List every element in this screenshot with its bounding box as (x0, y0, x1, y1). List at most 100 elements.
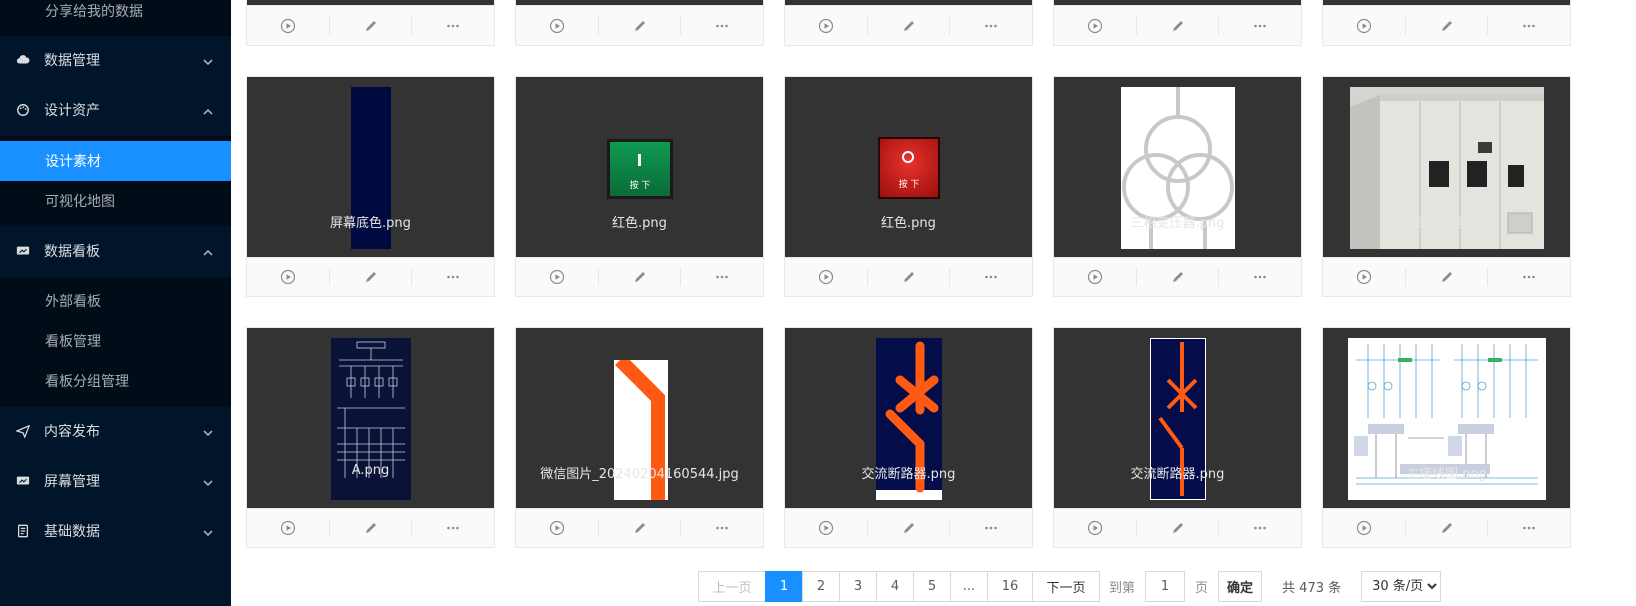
page-4-button[interactable]: 4 (876, 571, 914, 602)
edit-icon (365, 20, 376, 31)
material-card[interactable]: 按 下 红色.png (515, 76, 764, 297)
play-icon (1087, 18, 1102, 33)
page-5-button[interactable]: 5 (913, 571, 951, 602)
preview-button[interactable] (1054, 519, 1137, 537)
preview-button[interactable] (247, 519, 330, 537)
page-3-button[interactable]: 3 (839, 571, 877, 602)
sidebar-item-label: 屏幕管理 (44, 474, 100, 490)
more-button[interactable] (681, 268, 763, 286)
sidebar-item-basic-data[interactable]: 基础数据 (0, 507, 231, 555)
sidebar-item-design-assets[interactable]: 设计资产 (0, 86, 231, 134)
more-button[interactable] (1219, 519, 1301, 537)
material-card[interactable]: 双相变流器.png (1322, 76, 1571, 297)
preview-button[interactable] (1054, 16, 1137, 35)
page-1-button[interactable]: 1 (765, 571, 803, 602)
page-16-button[interactable]: 16 (987, 571, 1033, 602)
card-actions (1054, 257, 1301, 296)
more-button[interactable] (412, 16, 494, 35)
edit-button[interactable] (599, 519, 682, 537)
edit-button[interactable] (1406, 16, 1489, 35)
sidebar-item-design-materials[interactable]: 设计素材 (0, 141, 231, 181)
more-button[interactable] (681, 519, 763, 537)
edit-button[interactable] (1406, 268, 1489, 286)
goto-page-input[interactable] (1145, 571, 1186, 602)
preview-button[interactable] (247, 268, 330, 286)
more-button[interactable] (1488, 16, 1570, 35)
edit-button[interactable] (1406, 519, 1489, 537)
more-icon (447, 275, 459, 279)
total-count: 共 473 条 (1282, 581, 1342, 596)
preview-button[interactable] (1323, 519, 1406, 537)
more-button[interactable] (681, 16, 763, 35)
sidebar-item-board-group-management[interactable]: 看板分组管理 (0, 361, 231, 401)
goto-label: 到第 (1109, 581, 1136, 596)
edit-icon (1441, 272, 1452, 282)
material-card[interactable]: 三相变压器.png (1053, 76, 1302, 297)
thumbnail-label: 按 下 (629, 181, 651, 191)
more-button[interactable] (950, 268, 1032, 286)
preview-button[interactable] (1054, 268, 1137, 286)
edit-button[interactable] (1137, 519, 1220, 537)
more-button[interactable] (1488, 268, 1570, 286)
more-button[interactable] (950, 16, 1032, 35)
material-card[interactable]: 按 下 红色.png (784, 76, 1033, 297)
preview-button[interactable] (1323, 16, 1406, 35)
edit-button[interactable] (330, 268, 413, 286)
more-button[interactable] (412, 519, 494, 537)
edit-button[interactable] (330, 16, 413, 35)
edit-button[interactable] (1137, 16, 1220, 35)
edit-button[interactable] (868, 268, 951, 286)
edit-button[interactable] (599, 16, 682, 35)
preview-button[interactable] (785, 519, 868, 537)
card-cover: 按 下 红色.png (516, 77, 763, 257)
more-button[interactable] (1488, 519, 1570, 537)
page-ellipsis-button[interactable]: ... (950, 571, 988, 602)
material-card[interactable]: 主接线图.png (1322, 327, 1571, 548)
more-icon (716, 526, 728, 530)
preview-button[interactable] (785, 16, 868, 35)
cloud-icon (16, 53, 30, 67)
preview-button[interactable] (516, 268, 599, 286)
preview-button[interactable] (516, 519, 599, 537)
edit-button[interactable] (599, 268, 682, 286)
card-actions (785, 5, 1032, 45)
more-button[interactable] (950, 519, 1032, 537)
thumbnail-red-button: 按 下 (878, 137, 940, 199)
page-size-select[interactable]: 30 条/页 (1361, 571, 1442, 602)
material-card[interactable]: 交流断路器.png (1053, 327, 1302, 548)
prev-page-button[interactable]: 上一页 (698, 571, 766, 602)
material-card[interactable]: 屏幕底色.png (246, 76, 495, 297)
card-filename: 双相变流器.png (1399, 216, 1494, 231)
edit-button[interactable] (868, 519, 951, 537)
sidebar-item-content-publish[interactable]: 内容发布 (0, 407, 231, 455)
card-actions (1323, 508, 1570, 547)
preview-button[interactable] (247, 16, 330, 35)
more-button[interactable] (1219, 16, 1301, 35)
preview-button[interactable] (785, 268, 868, 286)
sidebar-item-external-board[interactable]: 外部看板 (0, 281, 231, 321)
preview-button[interactable] (1323, 268, 1406, 286)
more-button[interactable] (1219, 268, 1301, 286)
edit-button[interactable] (1137, 268, 1220, 286)
chevron-down-icon (203, 426, 213, 437)
card-cover: 双相变流器.png (1323, 77, 1570, 257)
material-card[interactable]: 交流断路器.png (784, 327, 1033, 548)
card-cover: 三相变压器.png (1054, 77, 1301, 257)
next-page-button[interactable]: 下一页 (1032, 571, 1100, 602)
page-2-button[interactable]: 2 (802, 571, 840, 602)
preview-button[interactable] (516, 16, 599, 35)
material-card[interactable]: A.png (246, 327, 495, 548)
play-icon (818, 520, 833, 536)
more-button[interactable] (412, 268, 494, 286)
sidebar-item-board-management[interactable]: 看板管理 (0, 321, 231, 361)
card-cover: 屏幕底色.png (247, 77, 494, 257)
goto-confirm-button[interactable]: 确定 (1218, 571, 1263, 602)
sidebar-item-data-dashboard[interactable]: 数据看板 (0, 227, 231, 275)
sidebar-item-shared-data[interactable]: 分享给我的数据 (0, 0, 231, 31)
sidebar-item-screen-management[interactable]: 屏幕管理 (0, 457, 231, 505)
sidebar-item-data-management[interactable]: 数据管理 (0, 36, 231, 84)
edit-button[interactable] (868, 16, 951, 35)
sidebar-item-visual-map[interactable]: 可视化地图 (0, 181, 231, 221)
material-card[interactable]: 微信图片_20240204160544.jpg (515, 327, 764, 548)
edit-button[interactable] (330, 519, 413, 537)
